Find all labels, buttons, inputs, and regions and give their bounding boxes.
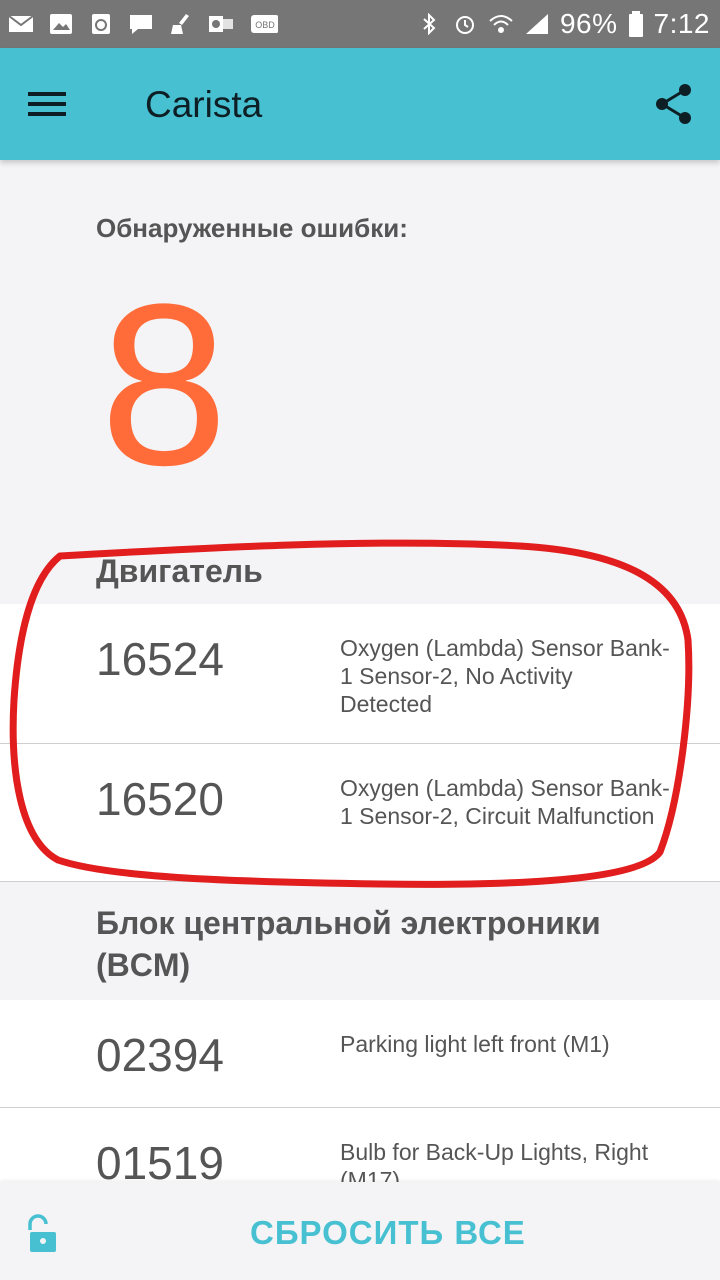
app-bar: Carista (0, 48, 720, 160)
unlock-icon[interactable] (24, 1214, 60, 1254)
bluetooth-icon (423, 13, 436, 35)
errors-found-label: Обнаруженные ошибки: (96, 213, 408, 243)
error-row[interactable]: 02394 Parking light left front (M1) (0, 1000, 720, 1108)
signal-icon (525, 14, 548, 34)
svg-text:OBD: OBD (255, 20, 275, 30)
clock: 7:12 (653, 8, 710, 39)
section-title-engine: Двигатель (96, 553, 263, 589)
email-icon (8, 15, 34, 32)
error-description: Parking light left front (M1) (340, 1031, 610, 1057)
error-code: 01519 (96, 1137, 224, 1189)
outlook-icon (209, 16, 233, 32)
status-bar: OBD 96% 7:12 (0, 0, 720, 48)
error-row[interactable]: 16520 Oxygen (Lambda) Sensor Bank-1 Sens… (0, 744, 720, 882)
share-icon[interactable] (650, 80, 698, 128)
message-icon (130, 15, 152, 34)
error-code: 16520 (96, 773, 224, 825)
menu-icon[interactable] (24, 82, 72, 126)
error-count: 8 (100, 256, 228, 513)
system-icons: 96% 7:12 (416, 8, 720, 40)
battery-percent: 96% (559, 8, 618, 39)
battery-icon (628, 11, 643, 37)
wifi-icon (489, 15, 513, 33)
error-code: 16524 (96, 633, 224, 685)
app-title: Carista (145, 84, 263, 125)
recycle-icon (92, 14, 110, 34)
error-description: Oxygen (Lambda) Sensor Bank-1 Sensor-2, … (340, 775, 670, 829)
notification-icons: OBD (0, 13, 278, 35)
error-code: 02394 (96, 1029, 224, 1081)
gallery-icon (50, 14, 72, 34)
error-description: Oxygen (Lambda) Sensor Bank-1 Sensor-2, … (340, 635, 670, 717)
section-title-bcm: Блок центральной электроники (BCM) (96, 905, 601, 983)
clean-icon (171, 14, 189, 34)
obd-icon: OBD (251, 15, 278, 33)
bottom-bar: СБРОСИТЬ ВСЕ (0, 1182, 720, 1280)
error-row[interactable]: 16524 Oxygen (Lambda) Sensor Bank-1 Sens… (0, 604, 720, 744)
alarm-icon (455, 16, 474, 34)
reset-all-button[interactable]: СБРОСИТЬ ВСЕ (250, 1214, 526, 1252)
